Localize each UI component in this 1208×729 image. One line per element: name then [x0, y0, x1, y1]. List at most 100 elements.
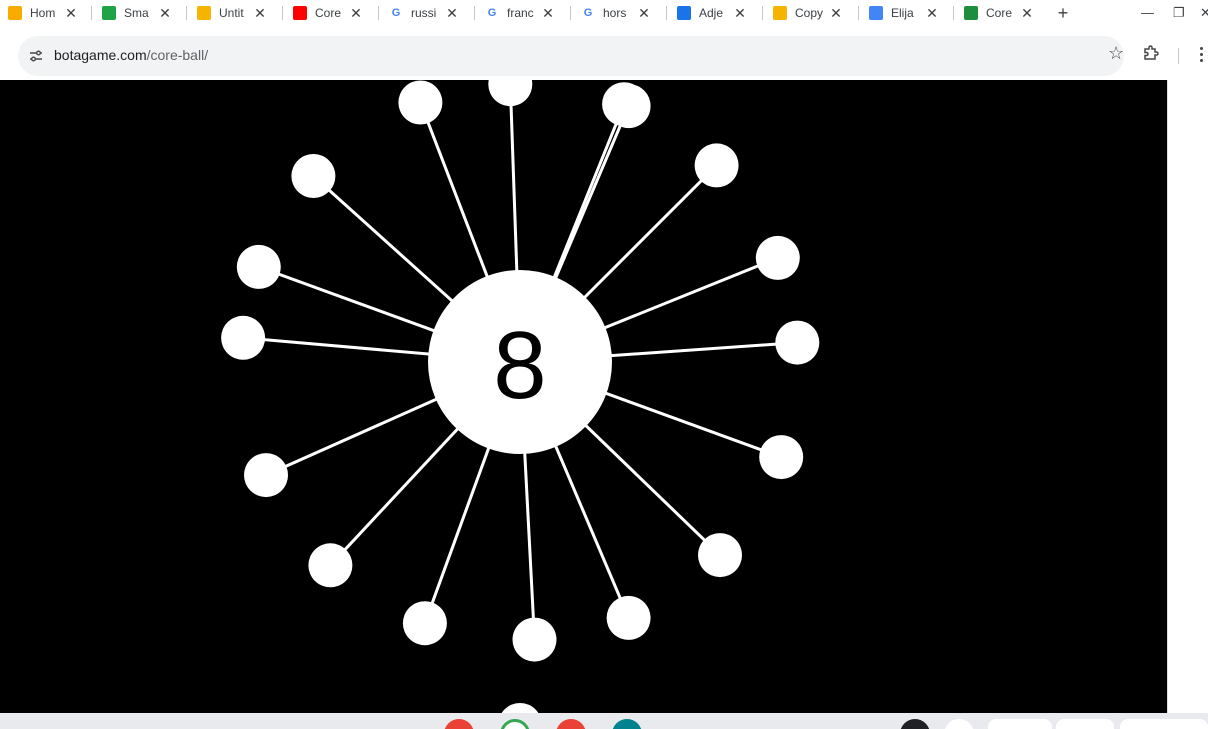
tab-separator — [186, 6, 187, 20]
tab[interactable]: Grussi ✕ — [381, 2, 475, 24]
youtube-icon — [293, 6, 307, 20]
core-ball-icon — [964, 6, 978, 20]
docs-icon — [869, 6, 883, 20]
tab-label: Adje — [699, 6, 724, 20]
bookmark-star-icon[interactable]: ☆ — [1108, 43, 1124, 64]
tab[interactable]: Ghors ✕ — [573, 2, 667, 24]
pin-ball — [402, 601, 447, 646]
close-icon[interactable]: ✕ — [445, 2, 459, 24]
extensions-icon[interactable] — [1142, 44, 1160, 62]
os-shelf — [0, 713, 1208, 729]
tab[interactable]: Elija ✕ — [861, 2, 955, 24]
classroom-icon — [8, 6, 22, 20]
tab-label: Untit — [219, 6, 244, 20]
google-icon: G — [389, 6, 403, 20]
pin-ball — [236, 244, 281, 289]
close-icon[interactable]: ✕ — [829, 2, 843, 24]
core-ball-board[interactable]: 8 — [0, 80, 1167, 713]
tab-label: Core — [315, 6, 342, 20]
balls-remaining-counter: 8 — [493, 312, 546, 419]
tab[interactable]: Sma ✕ — [94, 2, 188, 24]
tab[interactable]: Core ✕ — [956, 2, 1050, 24]
pin-ball — [698, 533, 742, 578]
pin-ball — [221, 315, 266, 360]
tab-separator — [953, 6, 954, 20]
pin-ball — [398, 80, 443, 125]
status-pill[interactable] — [988, 719, 1052, 729]
tab-separator — [762, 6, 763, 20]
tab[interactable]: Copy ✕ — [765, 2, 859, 24]
close-icon[interactable]: ✕ — [253, 2, 267, 24]
pin-ball — [308, 543, 353, 588]
url-path: /core-ball/ — [146, 47, 209, 63]
shelf-app-icon[interactable] — [444, 719, 474, 729]
site-info-icon[interactable] — [26, 46, 46, 66]
slides-icon — [773, 6, 787, 20]
google-icon: G — [581, 6, 595, 20]
toolbar: botagame.com/core-ball/ ☆ — [0, 36, 1208, 76]
close-icon[interactable]: ✕ — [64, 2, 78, 24]
status-pill[interactable] — [1120, 719, 1208, 729]
google-icon: G — [485, 6, 499, 20]
tab[interactable]: Adje ✕ — [669, 2, 763, 24]
close-icon[interactable]: ✕ — [541, 2, 555, 24]
pin-ball — [694, 143, 739, 188]
pin-ball — [606, 595, 651, 640]
contacts-icon — [677, 6, 691, 20]
tab-label: russi — [411, 6, 437, 20]
pin-ball — [244, 453, 288, 498]
game-canvas[interactable]: 8 — [0, 80, 1167, 713]
tab-label: Hom — [30, 6, 56, 20]
pin-ball — [488, 80, 533, 107]
tab-label: Core — [986, 6, 1013, 20]
restore-icon[interactable]: ❐ — [1173, 2, 1185, 24]
tab-label: Sma — [124, 6, 149, 20]
address-bar[interactable]: botagame.com/core-ball/ ☆ — [18, 36, 1124, 76]
pin-ball — [606, 84, 651, 129]
toolbar-divider — [1178, 48, 1179, 64]
close-icon[interactable]: ✕ — [733, 2, 747, 24]
tab-separator — [570, 6, 571, 20]
menu-kebab-icon[interactable] — [1196, 44, 1208, 68]
close-icon[interactable]: ✕ — [1020, 2, 1034, 24]
tab-separator — [282, 6, 283, 20]
shelf-app-icon[interactable] — [556, 719, 586, 729]
tab-separator — [474, 6, 475, 20]
tab-separator — [378, 6, 379, 20]
tab[interactable]: Core ✕ — [285, 2, 379, 24]
tab-label: franc — [507, 6, 534, 20]
status-pill[interactable] — [1056, 719, 1114, 729]
pin-ball — [512, 617, 557, 662]
pin-ball — [759, 435, 804, 480]
chrome-app-icon[interactable] — [500, 719, 530, 729]
smart-icon — [102, 6, 116, 20]
close-icon[interactable]: ✕ — [637, 2, 651, 24]
close-window-icon[interactable]: ✕ — [1200, 2, 1208, 24]
close-icon[interactable]: ✕ — [925, 2, 939, 24]
shelf-app-icon[interactable] — [944, 719, 974, 729]
tab[interactable]: Gfranc ✕ — [477, 2, 571, 24]
minimize-icon[interactable]: — — [1141, 2, 1154, 24]
next-ball — [501, 703, 539, 713]
url-text[interactable]: botagame.com/core-ball/ — [54, 47, 208, 63]
tab-strip: Hom ✕ Sma ✕ Untit ✕ Core ✕ Grussi ✕ Gfranc ✕ Ghors ✕ A… — [0, 0, 1208, 28]
tab-separator — [91, 6, 92, 20]
tab-label: hors — [603, 6, 627, 20]
tab[interactable]: Hom ✕ — [0, 2, 94, 24]
close-icon[interactable]: ✕ — [349, 2, 363, 24]
tab-separator — [666, 6, 667, 20]
url-host: botagame.com — [54, 47, 147, 63]
new-tab-button[interactable]: + — [1054, 2, 1072, 24]
page-right-margin — [1167, 80, 1208, 713]
launcher-icon[interactable] — [900, 719, 930, 729]
tab[interactable]: Untit ✕ — [189, 2, 283, 24]
tab-label: Copy — [795, 6, 824, 20]
close-icon[interactable]: ✕ — [158, 2, 172, 24]
pin-ball — [755, 235, 800, 280]
shelf-app-icon[interactable] — [612, 719, 642, 729]
tab-label: Elija — [891, 6, 914, 20]
pin-ball — [775, 320, 820, 365]
tab-separator — [858, 6, 859, 20]
pin-ball — [291, 154, 336, 198]
slides-icon — [197, 6, 211, 20]
